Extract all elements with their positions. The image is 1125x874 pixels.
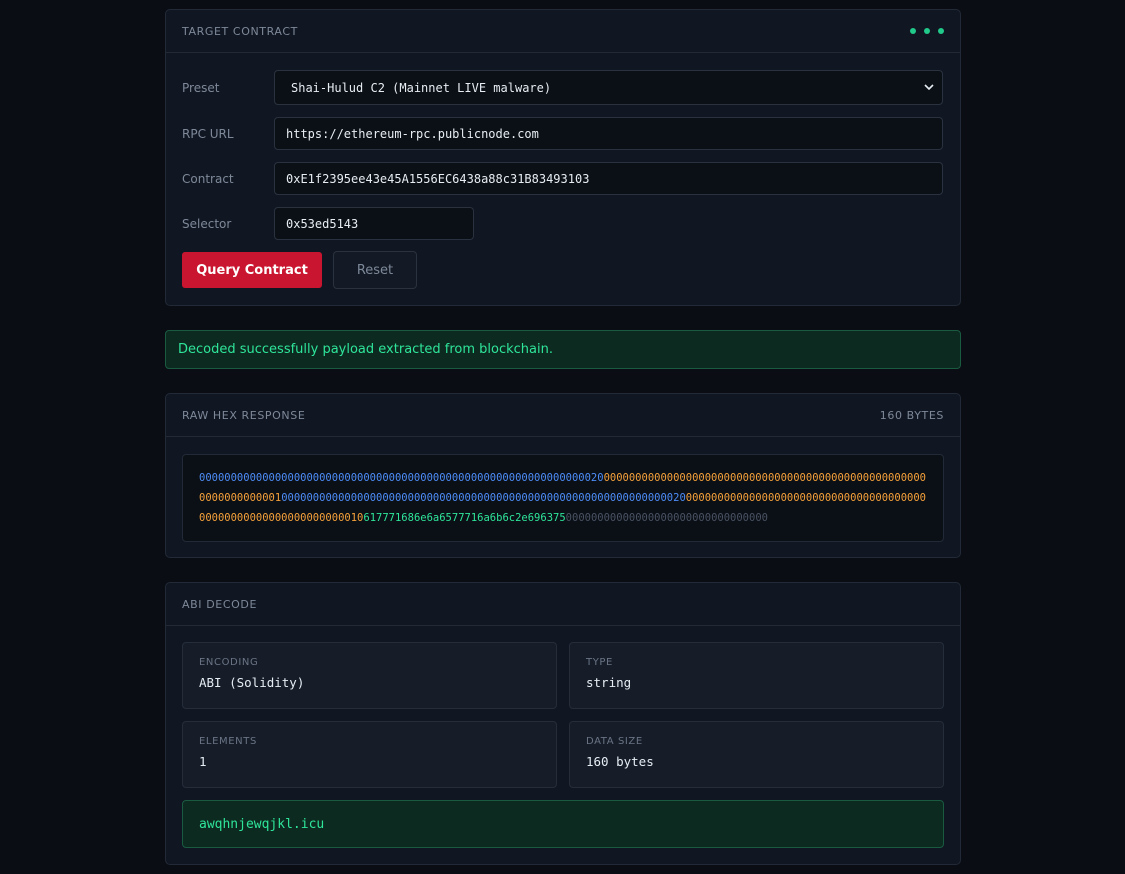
contract-address-input[interactable]: 0xE1f2395ee43e45A1556EC6438a88c31B834931…	[274, 162, 943, 195]
elements-label: ELEMENTS	[199, 736, 257, 747]
raw-hex-header: RAW HEX RESPONSE 160 BYTES	[166, 394, 960, 437]
elements-value: 1	[199, 754, 207, 769]
hex-segment-offset: 0000000000000000000000000000000000000000…	[199, 472, 604, 484]
encoding-card: ENCODING ABI (Solidity)	[182, 642, 557, 709]
selector-label: Selector	[182, 216, 232, 231]
rpc-label: RPC URL	[182, 126, 234, 141]
dot-icon	[910, 28, 916, 34]
status-banner: Decoded successfully payload extracted f…	[165, 330, 961, 369]
preset-label: Preset	[182, 80, 220, 95]
hex-output: 0000000000000000000000000000000000000000…	[182, 454, 944, 542]
dot-icon	[924, 28, 930, 34]
preset-selected-value: Shai-Hulud C2 (Mainnet LIVE malware)	[291, 80, 552, 95]
selector-row: Selector 0x53ed5143	[182, 207, 474, 240]
data-size-label: DATA SIZE	[586, 736, 643, 747]
more-options-icon[interactable]	[910, 28, 944, 34]
rpc-row: RPC URL https://ethereum-rpc.publicnode.…	[182, 117, 943, 150]
decoded-result[interactable]: awqhnjewqjkl.icu	[182, 800, 944, 848]
preset-select[interactable]: Shai-Hulud C2 (Mainnet LIVE malware)	[274, 70, 943, 105]
rpc-url-input[interactable]: https://ethereum-rpc.publicnode.com	[274, 117, 943, 150]
type-value: string	[586, 675, 632, 690]
target-contract-header: TARGET CONTRACT	[166, 10, 960, 53]
abi-decode-header: ABI DECODE	[166, 583, 960, 626]
panel-title: TARGET CONTRACT	[182, 24, 298, 38]
raw-hex-panel: RAW HEX RESPONSE 160 BYTES 0000000000000…	[165, 393, 961, 558]
target-contract-panel: TARGET CONTRACT Preset Shai-Hulud C2 (Ma…	[165, 9, 961, 306]
data-size-card: DATA SIZE 160 bytes	[569, 721, 944, 788]
reset-button[interactable]: Reset	[333, 251, 417, 289]
byte-count-badge: 160 BYTES	[879, 408, 944, 422]
panel-title: RAW HEX RESPONSE	[182, 408, 306, 422]
hex-segment-offset: 0000000000000000000000000000000000000000…	[281, 492, 686, 504]
type-card: TYPE string	[569, 642, 944, 709]
selector-input[interactable]: 0x53ed5143	[274, 207, 474, 240]
query-contract-button[interactable]: Query Contract	[182, 252, 322, 288]
contract-row: Contract 0xE1f2395ee43e45A1556EC6438a88c…	[182, 162, 943, 195]
contract-label: Contract	[182, 171, 234, 186]
chevron-down-icon	[924, 81, 934, 94]
dot-icon	[938, 28, 944, 34]
elements-card: ELEMENTS 1	[182, 721, 557, 788]
type-label: TYPE	[586, 657, 613, 668]
abi-decode-panel: ABI DECODE ENCODING ABI (Solidity) TYPE …	[165, 582, 961, 865]
encoding-value: ABI (Solidity)	[199, 675, 305, 690]
data-size-value: 160 bytes	[586, 754, 654, 769]
preset-row: Preset Shai-Hulud C2 (Mainnet LIVE malwa…	[182, 70, 943, 105]
encoding-label: ENCODING	[199, 657, 259, 668]
panel-title: ABI DECODE	[182, 597, 257, 611]
hex-segment-data: 617771686e6a6577716a6b6c2e696375	[363, 512, 566, 524]
hex-segment-padding: 00000000000000000000000000000000	[565, 512, 768, 524]
